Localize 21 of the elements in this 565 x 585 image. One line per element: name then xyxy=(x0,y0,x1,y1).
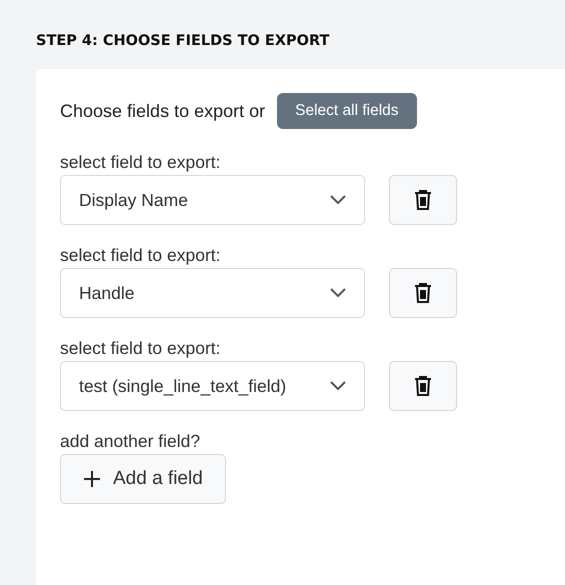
field-label: select field to export: xyxy=(60,151,222,173)
add-field-button[interactable]: Add a field xyxy=(60,454,226,504)
trash-icon xyxy=(414,375,432,397)
add-label: add another field? xyxy=(60,430,202,452)
select-all-button[interactable]: Select all fields xyxy=(277,93,417,129)
chevron-down-icon xyxy=(330,195,346,205)
field-select[interactable]: test (single_line_text_field) xyxy=(60,361,365,411)
field-select[interactable]: Handle xyxy=(60,268,365,318)
field-select[interactable]: Display Name xyxy=(60,175,365,225)
field-label: select field to export: xyxy=(60,244,222,266)
plus-icon xyxy=(83,470,101,488)
delete-button[interactable] xyxy=(389,268,457,318)
delete-button[interactable] xyxy=(389,175,457,225)
trash-icon xyxy=(414,282,432,304)
trash-icon xyxy=(414,189,432,211)
intro-text: Choose fields to export or xyxy=(60,100,266,122)
field-label: select field to export: xyxy=(60,337,222,359)
chevron-down-icon xyxy=(330,288,346,298)
chevron-down-icon xyxy=(330,381,346,391)
delete-button[interactable] xyxy=(389,361,457,411)
section-heading: STEP 4: CHOOSE FIELDS TO EXPORT xyxy=(36,33,330,49)
